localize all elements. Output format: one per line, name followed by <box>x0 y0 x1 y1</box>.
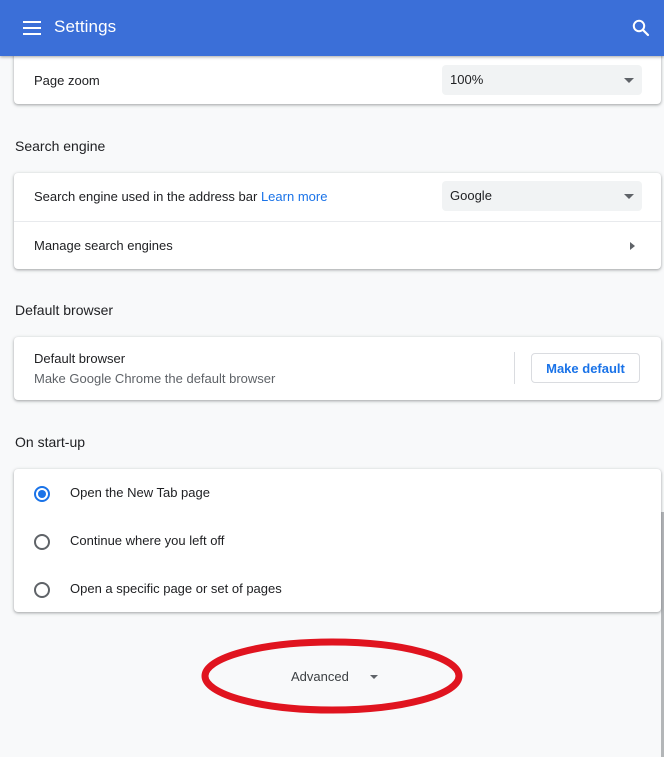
divider <box>514 352 515 384</box>
arrow-right-icon <box>630 242 635 250</box>
page-title: Settings <box>54 17 117 36</box>
page-zoom-select[interactable]: 100% <box>442 65 642 95</box>
startup-option-label: Open a specific page or set of pages <box>70 581 282 596</box>
hamburger-menu-icon[interactable] <box>23 21 41 35</box>
startup-option-new-tab[interactable]: Open the New Tab page <box>14 469 661 517</box>
page-zoom-label: Page zoom <box>34 73 100 88</box>
manage-search-engines-label: Manage search engines <box>34 238 173 253</box>
startup-option-label: Open the New Tab page <box>70 485 210 500</box>
startup-option-label: Continue where you left off <box>70 533 225 548</box>
app-header: Settings <box>0 0 664 56</box>
address-bar-engine-row: Search engine used in the address bar Le… <box>14 173 661 221</box>
default-browser-title: Default browser <box>34 351 126 366</box>
search-icon[interactable] <box>628 15 654 41</box>
highlight-ellipse <box>201 638 463 714</box>
manage-search-engines-row[interactable]: Manage search engines <box>14 222 661 269</box>
default-browser-section-title: Default browser <box>15 302 114 318</box>
default-browser-card: Default browser Make Google Chrome the d… <box>14 337 661 400</box>
startup-section-title: On start-up <box>15 434 86 450</box>
default-browser-description: Make Google Chrome the default browser <box>34 371 276 386</box>
search-engine-card: Search engine used in the address bar Le… <box>14 173 661 269</box>
startup-option-specific-pages[interactable]: Open a specific page or set of pages <box>14 565 661 612</box>
search-engine-section-title: Search engine <box>15 138 106 154</box>
address-bar-engine-label: Search engine used in the address bar <box>34 189 258 204</box>
radio-button[interactable] <box>34 534 50 550</box>
chevron-down-icon <box>624 78 634 83</box>
learn-more-link[interactable]: Learn more <box>261 189 327 204</box>
search-engine-value: Google <box>450 188 492 203</box>
startup-option-continue[interactable]: Continue where you left off <box>14 517 661 565</box>
chevron-down-icon <box>624 194 634 199</box>
startup-card: Open the New Tab page Continue where you… <box>14 469 661 612</box>
radio-button[interactable] <box>34 582 50 598</box>
make-default-button[interactable]: Make default <box>531 353 640 383</box>
page-zoom-value: 100% <box>450 72 484 87</box>
search-engine-select[interactable]: Google <box>442 181 642 211</box>
radio-button-checked[interactable] <box>34 486 50 502</box>
